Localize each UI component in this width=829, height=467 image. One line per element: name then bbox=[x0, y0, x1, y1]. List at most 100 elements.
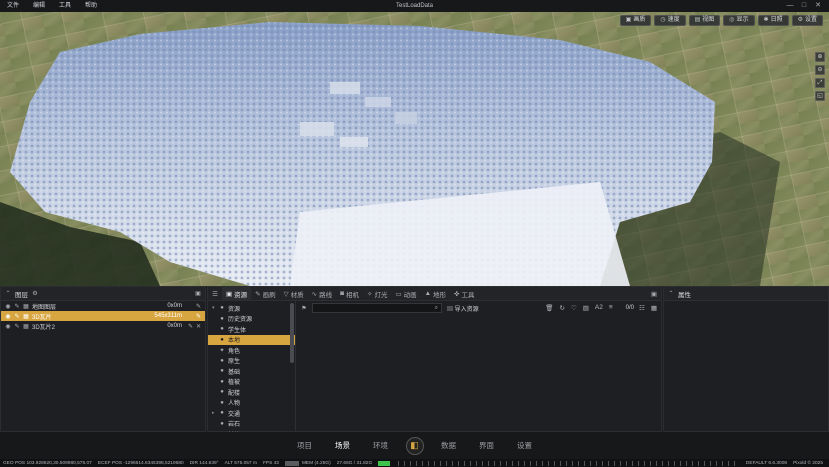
view-button[interactable]: ▤ 视图 bbox=[688, 15, 721, 26]
tree-item[interactable]: ● 岩石 bbox=[208, 419, 295, 430]
list-view-icon[interactable]: ☷ bbox=[639, 304, 645, 312]
tree-item[interactable]: ● 学生体 bbox=[208, 324, 295, 335]
viewport-toolbar: ▣ 画质 ◷ 速度 ▤ 视图 ◎ 显示 ✱ 日照 ⚙ 设置 bbox=[619, 15, 823, 26]
tree-item[interactable]: ● 植被 bbox=[208, 377, 295, 388]
tab-material[interactable]: ▽ 材质 bbox=[280, 287, 308, 301]
fullscreen-icon[interactable]: ⤢ bbox=[815, 78, 825, 88]
expand-icon[interactable]: ▾ bbox=[212, 305, 216, 311]
tab-brush[interactable]: ✎ 画刷 bbox=[251, 287, 279, 301]
gear-icon[interactable]: ⚙ bbox=[32, 290, 38, 297]
panel-menu-icon[interactable]: ▣ bbox=[195, 290, 201, 297]
tree-item[interactable]: ● 历史资源 bbox=[208, 314, 295, 325]
tree-item[interactable]: ● 原生 bbox=[208, 356, 295, 367]
menu-file[interactable]: 文件 bbox=[0, 0, 26, 12]
eye-icon[interactable]: ◉ bbox=[5, 313, 11, 320]
image-icon[interactable]: ▨ bbox=[583, 304, 589, 312]
import-button[interactable]: ▤ 导入资源 bbox=[447, 304, 479, 313]
nav-interface[interactable]: 界面 bbox=[468, 440, 506, 451]
title-bar: 文件 编辑 工具 帮助 TestLoadData — □ ✕ bbox=[0, 0, 829, 12]
font-size-icon[interactable]: A2 bbox=[595, 304, 603, 312]
tab-assets[interactable]: ▣ 资源 bbox=[222, 286, 252, 301]
delete-icon[interactable]: ✕ bbox=[196, 323, 201, 330]
sun-button[interactable]: ✱ 日照 bbox=[757, 15, 789, 26]
maximize-icon[interactable]: □ bbox=[797, 0, 811, 12]
pencil-icon[interactable]: ✎ bbox=[14, 313, 20, 320]
menu-edit[interactable]: 编辑 bbox=[26, 0, 52, 12]
eye-icon[interactable]: ◉ bbox=[5, 323, 11, 330]
tab-light[interactable]: ✧ 灯光 bbox=[363, 287, 391, 301]
layer-row-selected[interactable]: ◉ ✎ ▦ 3D瓦片 545x311m ✎ bbox=[1, 311, 205, 321]
favorite-icon[interactable]: ♡ bbox=[571, 304, 577, 312]
layer-row[interactable]: ◉ ✎ ▦ 3D瓦片2 0x0m ✎ ✕ bbox=[1, 321, 205, 331]
tree-label: 岩石 bbox=[228, 422, 241, 429]
close-icon[interactable]: ✕ bbox=[811, 0, 825, 12]
3d-viewport[interactable]: ▣ 画质 ◷ 速度 ▤ 视图 ◎ 显示 ✱ 日照 ⚙ 设置 ⊕ ⊖ ⤢ ◱ bbox=[0, 12, 829, 286]
tree-item[interactable]: ▾ ● 资源 bbox=[208, 303, 295, 314]
menu-icon[interactable]: ☰ bbox=[208, 287, 222, 301]
filter-icon[interactable]: ⚑ bbox=[301, 305, 307, 312]
trash-icon[interactable]: 🗑 bbox=[545, 304, 553, 312]
menu-help[interactable]: 帮助 bbox=[78, 0, 104, 12]
pencil-icon[interactable]: ✎ bbox=[14, 323, 20, 330]
tab-camera[interactable]: ◙ 相机 bbox=[336, 287, 363, 301]
tree-item[interactable]: ● 配楼 bbox=[208, 387, 295, 398]
refresh-icon[interactable]: ↻ bbox=[559, 304, 564, 312]
memory-bar bbox=[284, 460, 299, 466]
sort-icon[interactable]: ≡ bbox=[609, 304, 613, 312]
layer-row[interactable]: ◉ ✎ ▦ 地图图层 0x0m ✎ bbox=[1, 301, 205, 311]
tab-tool[interactable]: ✜ 工具 bbox=[450, 287, 478, 301]
search-icon: ⌕ bbox=[434, 304, 438, 311]
nav-scene[interactable]: 场景 bbox=[324, 440, 362, 451]
eye-icon[interactable]: ◉ bbox=[5, 303, 11, 310]
quality-button[interactable]: ▣ 画质 bbox=[619, 15, 652, 26]
frame-icon[interactable]: ◱ bbox=[815, 91, 825, 101]
tree-scrollbar[interactable] bbox=[290, 303, 294, 363]
view-toggle: ☷ ▦ bbox=[639, 304, 657, 312]
app-logo-icon[interactable]: ◧ bbox=[405, 436, 424, 455]
nav-project[interactable]: 项目 bbox=[286, 440, 324, 451]
tree-item[interactable]: ● 基础 bbox=[208, 366, 295, 377]
edit-icon[interactable]: ✎ bbox=[196, 313, 201, 320]
speed-button[interactable]: ◷ 速度 bbox=[654, 15, 686, 26]
pencil-icon[interactable]: ✎ bbox=[14, 303, 20, 310]
panel-menu-icon[interactable]: ▣ bbox=[647, 287, 661, 301]
rock-icon: ● bbox=[220, 420, 224, 427]
collapse-icon[interactable]: ⌃ bbox=[668, 290, 674, 297]
tab-terrain[interactable]: ▲ 地形 bbox=[421, 287, 450, 301]
character-icon: ✦ bbox=[219, 347, 225, 354]
nav-environment[interactable]: 环境 bbox=[362, 440, 400, 451]
tab-path[interactable]: ∿ 路线 bbox=[308, 287, 336, 301]
tree-label: 人物 bbox=[228, 401, 241, 408]
material-icon: ▽ bbox=[283, 290, 289, 298]
zoom-in-icon[interactable]: ⊕ bbox=[815, 52, 825, 62]
timeline-ticks[interactable] bbox=[398, 460, 740, 466]
tree-item[interactable]: ✦ 角色 bbox=[208, 345, 295, 356]
tree-item[interactable]: ▸ ● 交通 bbox=[208, 408, 295, 419]
tree-label: 基础 bbox=[228, 369, 241, 376]
tab-label: 相机 bbox=[346, 291, 359, 299]
minimize-icon[interactable]: — bbox=[783, 0, 797, 12]
bottom-nav: 项目 场景 环境 ◧ 数据 界面 设置 bbox=[0, 432, 829, 459]
expand-icon[interactable]: ▸ bbox=[212, 410, 216, 416]
view-icon: ▤ bbox=[694, 17, 701, 23]
search-input[interactable]: ⌕ bbox=[312, 303, 442, 313]
status-bar: GEO POS 103.928620,30.509980,575.07 ECEF… bbox=[0, 459, 829, 467]
ecef-position: ECEF POS -1296614.6345398,5219580 bbox=[97, 460, 184, 466]
collapse-icon[interactable]: ⌃ bbox=[5, 290, 11, 297]
properties-panel: ⌃ 属性 bbox=[663, 286, 829, 432]
settings-button[interactable]: ⚙ 设置 bbox=[791, 15, 823, 26]
menu-tools[interactable]: 工具 bbox=[52, 0, 78, 12]
bottom-panels: ⌃ 图层 ⚙ ▣ ◉ ✎ ▦ 地图图层 0x0m ✎ ◉ ✎ ▦ 3D瓦片 54… bbox=[0, 286, 829, 432]
import-label: 导入资源 bbox=[454, 306, 479, 313]
tree-item-selected[interactable]: ● 本地 bbox=[208, 334, 295, 345]
zoom-out-icon[interactable]: ⊖ bbox=[815, 65, 825, 75]
show-button[interactable]: ◎ 显示 bbox=[723, 15, 755, 26]
grid-view-icon[interactable]: ▦ bbox=[651, 304, 657, 312]
nav-settings[interactable]: 设置 bbox=[506, 440, 544, 451]
nav-data[interactable]: 数据 bbox=[430, 440, 468, 451]
layer-size: 545x311m bbox=[154, 313, 182, 319]
edit-icon[interactable]: ✎ bbox=[196, 303, 201, 310]
edit-icon[interactable]: ✎ bbox=[188, 323, 193, 330]
tree-item[interactable]: ● 人物 bbox=[208, 398, 295, 409]
tab-animation[interactable]: ▭ 动画 bbox=[391, 287, 420, 301]
